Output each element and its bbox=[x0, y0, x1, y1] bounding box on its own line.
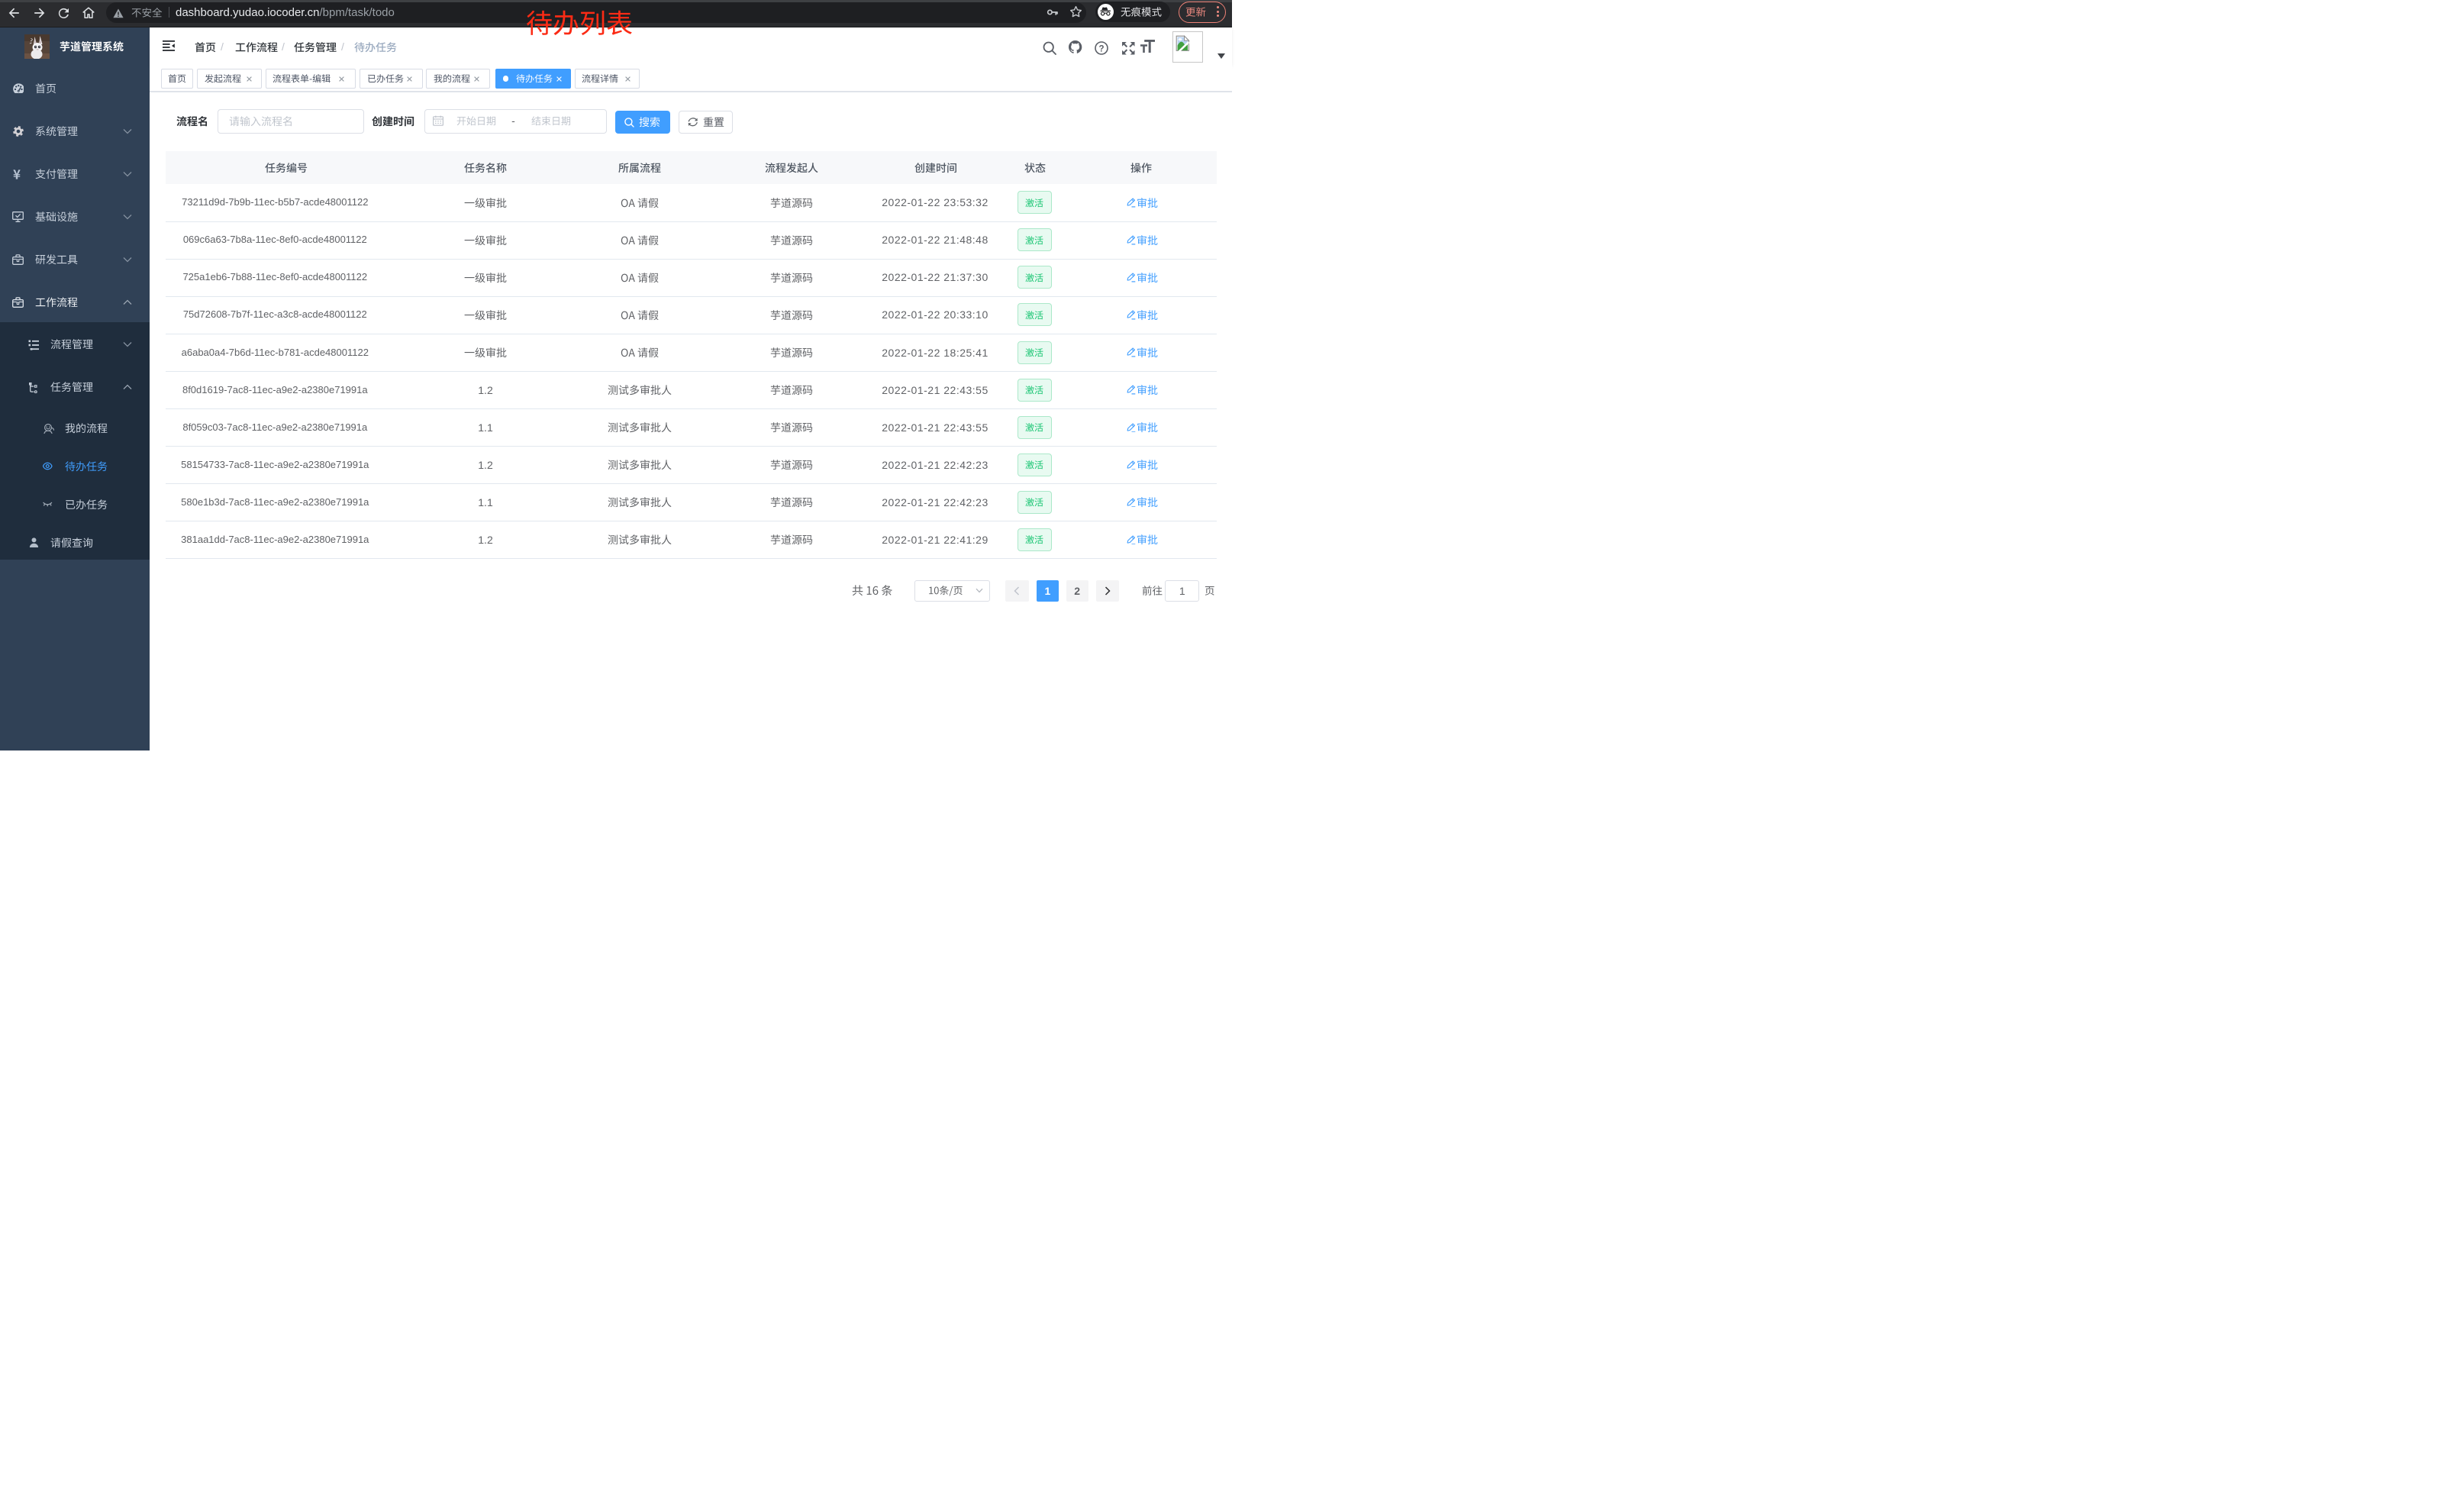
svg-text:?: ? bbox=[1098, 44, 1104, 53]
